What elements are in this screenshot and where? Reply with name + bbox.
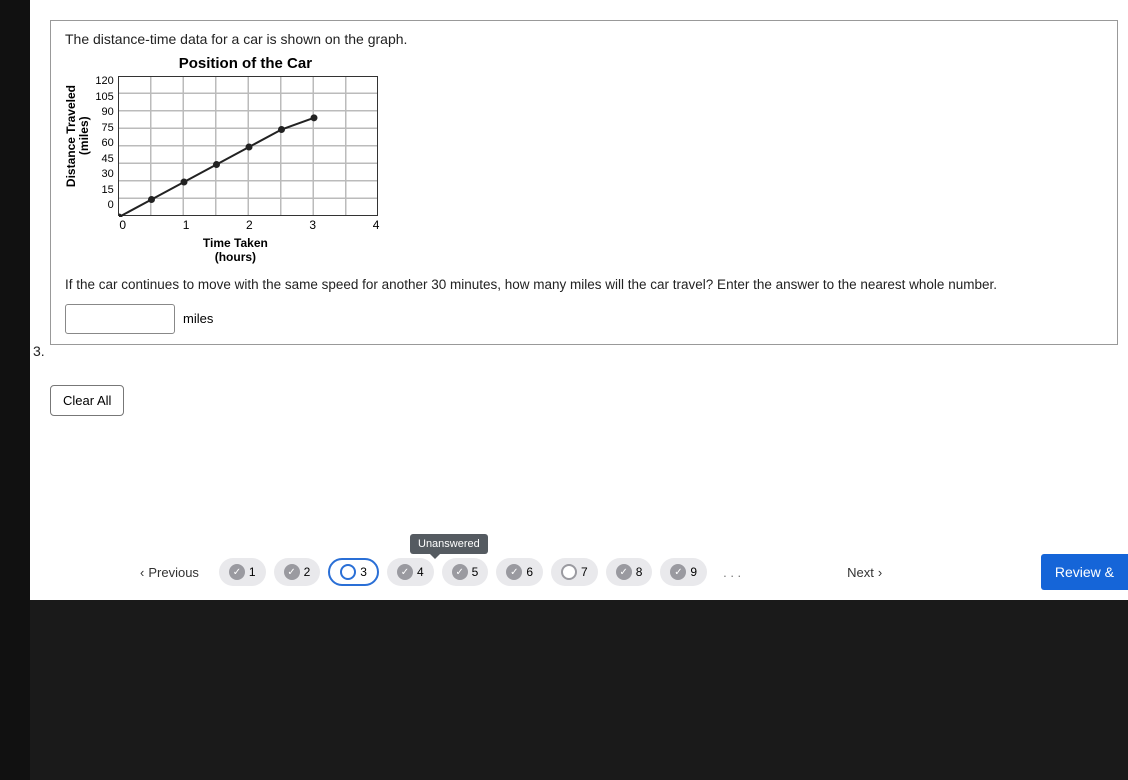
check-icon bbox=[229, 564, 245, 580]
check-icon bbox=[506, 564, 522, 580]
review-button[interactable]: Review & bbox=[1041, 554, 1128, 590]
nav-pill-3[interactable]: 3 bbox=[328, 558, 379, 586]
pill-number: 3 bbox=[360, 565, 367, 579]
clear-all-button[interactable]: Clear All bbox=[50, 385, 124, 416]
nav-pill-7[interactable]: 7 bbox=[551, 558, 598, 586]
x-axis-label: Time Taken (hours) bbox=[95, 236, 375, 265]
answer-unit: miles bbox=[183, 311, 213, 326]
nav-pill-5[interactable]: 5 bbox=[442, 558, 489, 586]
question-prompt: The distance-time data for a car is show… bbox=[65, 31, 1103, 47]
chevron-right-icon: › bbox=[878, 565, 882, 580]
pill-number: 4 bbox=[417, 565, 424, 579]
check-icon bbox=[670, 564, 686, 580]
question-text: If the car continues to move with the sa… bbox=[65, 277, 1103, 292]
unanswered-tooltip: Unanswered bbox=[410, 534, 488, 554]
question-block: 3. The distance-time data for a car is s… bbox=[50, 20, 1118, 345]
x-tick-labels: 0 1 2 3 4 bbox=[119, 216, 379, 234]
nav-more-dots: . . . bbox=[717, 565, 747, 580]
chart-plot bbox=[118, 76, 378, 216]
pill-number: 2 bbox=[304, 565, 311, 579]
check-icon bbox=[452, 564, 468, 580]
question-number: 3. bbox=[33, 343, 45, 359]
nav-pill-1[interactable]: 1 bbox=[219, 558, 266, 586]
page-content: 3. The distance-time data for a car is s… bbox=[30, 0, 1128, 600]
chevron-left-icon: ‹ bbox=[140, 565, 144, 580]
next-button[interactable]: Next › bbox=[837, 559, 892, 586]
pill-number: 7 bbox=[581, 565, 588, 579]
dark-margin bbox=[0, 0, 30, 780]
circle-icon bbox=[561, 564, 577, 580]
pill-number: 6 bbox=[526, 565, 533, 579]
check-icon bbox=[616, 564, 632, 580]
pill-number: 5 bbox=[472, 565, 479, 579]
nav-pill-2[interactable]: 2 bbox=[274, 558, 321, 586]
nav-pill-4[interactable]: 4 bbox=[387, 558, 434, 586]
chart-container: Distance Traveled (miles) Position of th… bbox=[65, 55, 1103, 265]
pill-number: 9 bbox=[690, 565, 697, 579]
check-icon bbox=[397, 564, 413, 580]
nav-pill-6[interactable]: 6 bbox=[496, 558, 543, 586]
nav-pill-9[interactable]: 9 bbox=[660, 558, 707, 586]
previous-button[interactable]: ‹ Previous bbox=[130, 559, 209, 586]
answer-row: miles bbox=[65, 304, 1103, 334]
answer-input[interactable] bbox=[65, 304, 175, 334]
check-icon bbox=[284, 564, 300, 580]
chart-title: Position of the Car bbox=[95, 55, 395, 72]
chart-svg bbox=[119, 77, 379, 217]
y-tick-labels: 120 105 90 75 60 45 30 15 0 bbox=[95, 76, 113, 216]
pill-number: 8 bbox=[636, 565, 643, 579]
pill-number: 1 bbox=[249, 565, 256, 579]
y-axis-label: Distance Traveled (miles) bbox=[65, 85, 91, 187]
question-nav: ‹ Previous 1 2 3 4 5 6 7 8 9 . . . Next › Review… bbox=[130, 554, 1128, 590]
current-icon bbox=[340, 564, 356, 580]
nav-pill-8[interactable]: 8 bbox=[606, 558, 653, 586]
